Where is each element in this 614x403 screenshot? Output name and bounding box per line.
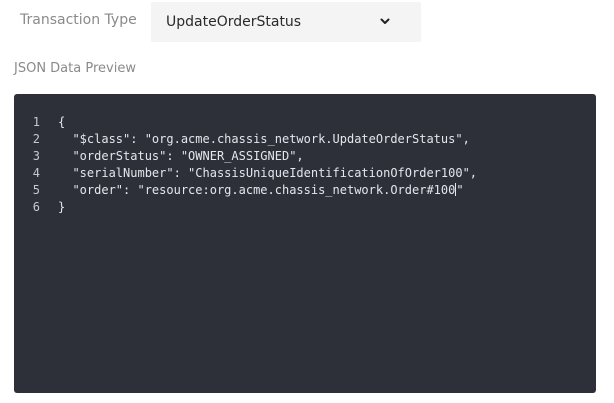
transaction-type-label: Transaction Type [20, 12, 137, 28]
transaction-type-select[interactable]: UpdateOrderStatus [151, 2, 421, 42]
json-editor[interactable]: 1 { 2 "$class": "org.acme.chassis_networ… [14, 94, 596, 393]
line-number: 3 [32, 149, 40, 163]
code-text-after-cursor: " [456, 183, 464, 197]
code-line: 4 "serialNumber": "ChassisUniqueIdentifi… [14, 165, 596, 182]
code-text: } [58, 200, 66, 214]
line-number: 2 [32, 132, 40, 146]
code-line: 1 { [14, 114, 596, 131]
line-number: 6 [32, 200, 40, 214]
code-text-before-cursor: "order": "resource:org.acme.chassis_netw… [58, 183, 456, 197]
code-line: 3 "orderStatus": "OWNER_ASSIGNED", [14, 148, 596, 165]
code-text: "$class": "org.acme.chassis_network.Upda… [58, 132, 470, 146]
code-line: 5 "order": "resource:org.acme.chassis_ne… [14, 182, 596, 199]
line-number: 5 [32, 183, 40, 197]
code-text: "order": "resource:org.acme.chassis_netw… [40, 182, 464, 199]
code-line: 2 "$class": "org.acme.chassis_network.Up… [14, 131, 596, 148]
code-text: "orderStatus": "OWNER_ASSIGNED", [58, 149, 304, 163]
code-text: { [58, 115, 66, 129]
code-text: "serialNumber": "ChassisUniqueIdentifica… [58, 166, 478, 180]
json-preview-label: JSON Data Preview [14, 61, 136, 76]
code-line: 6 } [14, 199, 596, 216]
chevron-down-icon[interactable] [379, 15, 391, 27]
transaction-type-value: UpdateOrderStatus [166, 14, 302, 30]
line-number: 4 [32, 166, 40, 180]
line-number: 1 [32, 115, 40, 129]
